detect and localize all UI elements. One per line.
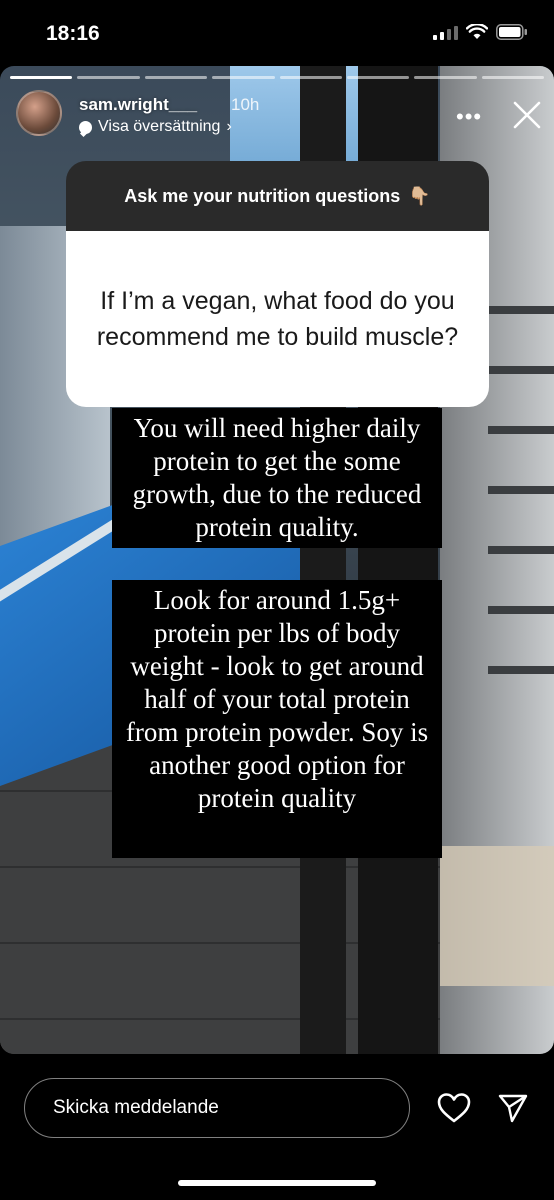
rack-bar	[488, 546, 554, 554]
question-text: If I’m a vegan, what food do you recomme…	[66, 231, 489, 407]
translate-label: Visa översättning	[98, 118, 221, 135]
rack-bar	[488, 366, 554, 374]
rack-bar	[488, 306, 554, 314]
message-input[interactable]: Skicka meddelande	[24, 1078, 410, 1138]
chat-bubble-icon	[79, 120, 92, 134]
home-indicator	[178, 1180, 376, 1186]
rack-bar	[488, 426, 554, 434]
translate-link[interactable]: Visa översättning ›	[79, 118, 232, 136]
status-bar: 18:16	[0, 0, 554, 66]
progress-segment	[77, 76, 140, 79]
send-icon[interactable]	[497, 1092, 529, 1124]
background-sunlight	[440, 846, 554, 986]
avatar[interactable]	[16, 90, 62, 136]
progress-segment	[10, 76, 73, 79]
more-dots-icon[interactable]: •••	[456, 104, 482, 130]
story-view[interactable]: sam.wright___ 10h Visa översättning › ••…	[0, 66, 554, 1054]
question-sticker: Ask me your nutrition questions 👇🏼 If I’…	[66, 161, 489, 407]
progress-segment	[279, 76, 342, 79]
rack-bar	[488, 606, 554, 614]
story-header: sam.wright___ 10h Visa översättning › ••…	[16, 90, 541, 138]
question-sticker-header: Ask me your nutrition questions 👇🏼	[66, 161, 489, 231]
battery-icon	[496, 24, 527, 40]
status-time: 18:16	[46, 22, 100, 45]
wifi-icon	[466, 24, 488, 39]
progress-segment	[212, 76, 275, 79]
answer-text-1: You will need higher daily protein to ge…	[112, 408, 442, 548]
progress-segment	[346, 76, 410, 79]
chevron-right-icon: ›	[226, 118, 232, 135]
answer-text-2: Look for around 1.5g+ protein per lbs of…	[112, 580, 442, 858]
reply-bar: Skicka meddelande	[0, 1054, 554, 1200]
rack-bar	[488, 666, 554, 674]
progress-segment	[144, 76, 208, 79]
status-icons	[433, 24, 528, 40]
question-prompt: Ask me your nutrition questions	[124, 185, 401, 206]
pointing-down-icon: 👇🏼	[408, 185, 431, 206]
progress-segment	[481, 76, 544, 79]
story-progress	[10, 76, 544, 79]
cellular-signal-icon	[433, 24, 458, 40]
close-icon[interactable]	[512, 100, 542, 130]
heart-icon[interactable]	[437, 1092, 471, 1124]
post-time: 10h	[231, 95, 260, 114]
username[interactable]: sam.wright___	[79, 95, 197, 115]
rack-bar	[488, 486, 554, 494]
progress-segment	[414, 76, 477, 79]
